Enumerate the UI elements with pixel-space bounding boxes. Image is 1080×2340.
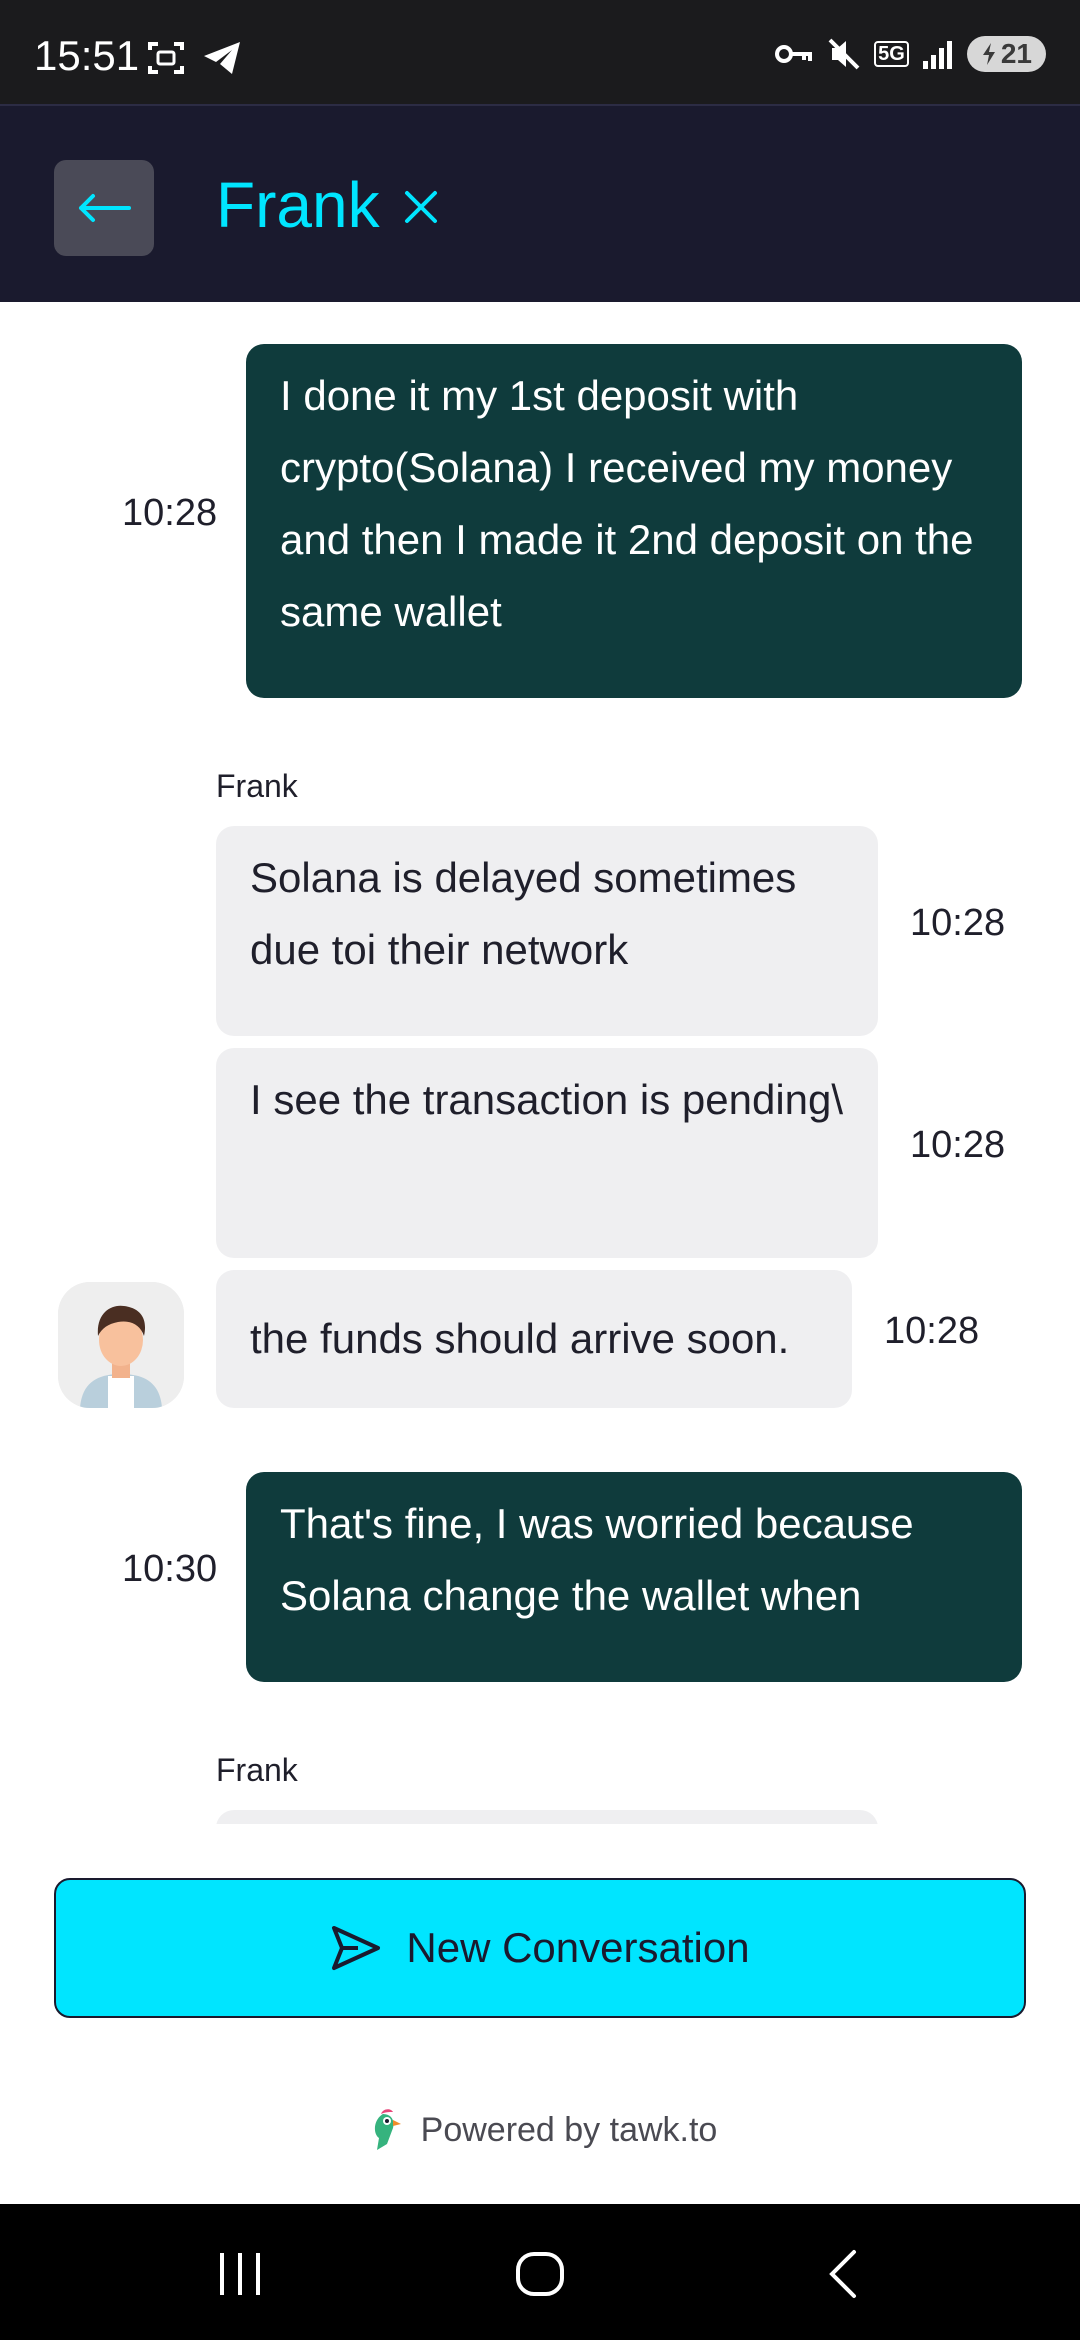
status-bar: 15:51 5G 21 xyxy=(0,0,1080,104)
sender-name: Frank xyxy=(216,768,298,804)
agent-name-title: Frank xyxy=(216,169,380,241)
mute-icon xyxy=(828,38,860,70)
navigation-bar xyxy=(0,2204,1080,2340)
network-5g-icon: 5G xyxy=(874,41,909,67)
signal-icon xyxy=(922,41,952,69)
send-icon xyxy=(332,1926,381,1970)
powered-by-text: Powered by tawk.to xyxy=(420,2110,718,2149)
battery-level: 21 xyxy=(1000,38,1032,69)
message-time: 10:30 xyxy=(122,1548,218,1590)
recent-apps-button[interactable] xyxy=(210,2246,270,2302)
battery-indicator: 21 xyxy=(966,36,1046,72)
screenshot-icon xyxy=(148,42,184,74)
chat-messages[interactable]: 10:28 I done it my 1st deposit with cryp… xyxy=(0,302,1080,1824)
back-nav-button[interactable] xyxy=(812,2246,872,2302)
avatar-icon xyxy=(58,1282,184,1408)
outgoing-message: I done it my 1st deposit with crypto(Sol… xyxy=(246,344,1022,698)
message-time: 10:28 xyxy=(122,492,218,534)
status-time: 15:51 xyxy=(34,32,140,79)
message-time: 10:28 xyxy=(910,1124,1006,1166)
incoming-message: Solana is delayed sometimes due toi thei… xyxy=(216,826,878,1036)
incoming-message: I see the transaction is pending\ xyxy=(216,1048,878,1258)
charging-icon xyxy=(982,43,995,65)
new-conversation-button[interactable]: New Conversation xyxy=(54,1878,1026,2018)
new-conversation-label: New Conversation xyxy=(406,1924,750,1971)
agent-avatar xyxy=(58,1282,184,1408)
powered-by-footer[interactable]: Powered by tawk.to xyxy=(0,2108,1080,2152)
recent-apps-icon xyxy=(220,2253,260,2295)
arrow-left-icon xyxy=(79,194,131,222)
sender-name: Frank xyxy=(216,1752,298,1788)
chevron-left-icon xyxy=(829,2250,856,2298)
key-icon xyxy=(775,45,813,63)
message-time: 10:28 xyxy=(910,902,1006,944)
close-icon xyxy=(405,191,437,223)
telegram-icon xyxy=(204,42,240,74)
home-icon xyxy=(516,2252,564,2296)
incoming-message: the funds should arrive soon. xyxy=(216,1270,852,1408)
chat-header: Frank xyxy=(0,104,1080,302)
message-time: 10:28 xyxy=(884,1310,980,1352)
outgoing-message: That's fine, I was worried because Solan… xyxy=(246,1472,1022,1682)
incoming-message-partial xyxy=(216,1810,878,1824)
home-button[interactable] xyxy=(510,2246,570,2302)
tawk-parrot-icon xyxy=(374,2109,401,2150)
back-button[interactable] xyxy=(54,160,154,256)
close-button[interactable] xyxy=(398,184,444,230)
